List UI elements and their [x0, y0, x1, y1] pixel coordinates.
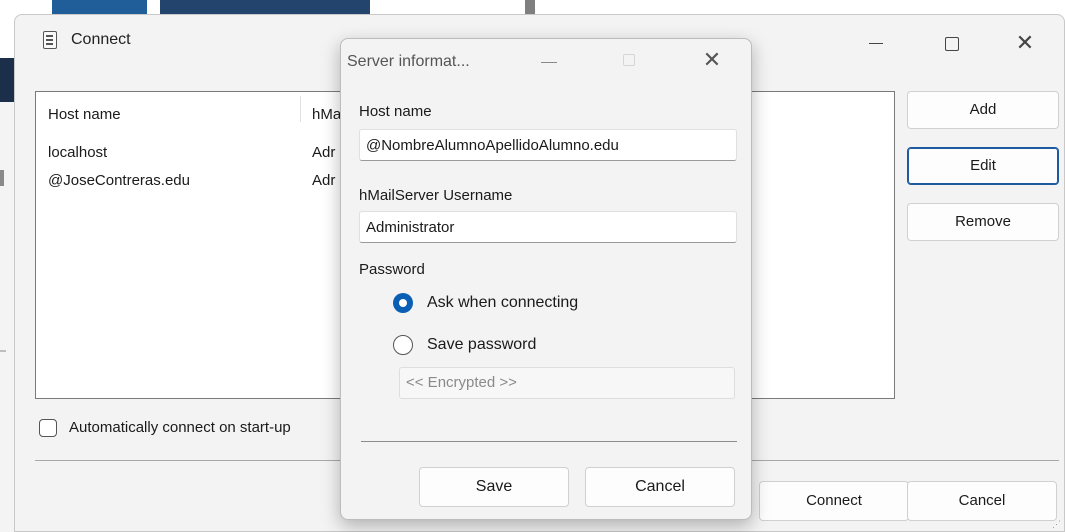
ask-when-connecting-radio[interactable]: [393, 293, 413, 313]
username-label: hMailServer Username: [359, 187, 513, 204]
ask-when-connecting-label[interactable]: Ask when connecting: [427, 294, 578, 312]
close-icon[interactable]: ✕: [697, 45, 727, 75]
host-name-field[interactable]: [359, 129, 737, 161]
connect-button[interactable]: Connect: [759, 481, 909, 521]
column-header-username[interactable]: hMa: [312, 106, 341, 123]
window-title: Connect: [71, 31, 131, 48]
auto-connect-label[interactable]: Automatically connect on start-up: [69, 419, 291, 436]
host-cell: @JoseContreras.edu: [48, 172, 190, 189]
server-information-dialog: Server informat... ✕ Host name hMailServ…: [340, 38, 752, 520]
column-header-host[interactable]: Host name: [48, 106, 121, 123]
dialog-title: Server informat...: [347, 53, 470, 70]
minimize-icon[interactable]: [855, 25, 895, 61]
save-button[interactable]: Save: [419, 467, 569, 507]
cancel-button[interactable]: Cancel: [907, 481, 1057, 521]
background-fragment: [525, 0, 535, 14]
save-password-label[interactable]: Save password: [427, 336, 536, 354]
remove-button[interactable]: Remove: [907, 203, 1059, 241]
host-name-label: Host name: [359, 103, 432, 120]
resize-grip-icon[interactable]: ⋰: [1052, 519, 1062, 529]
add-button[interactable]: Add: [907, 91, 1059, 129]
username-cell: Adr: [312, 172, 336, 189]
cancel-button[interactable]: Cancel: [585, 467, 735, 507]
password-field: << Encrypted >>: [399, 367, 735, 399]
maximize-icon[interactable]: [931, 25, 971, 61]
background-fragment: [0, 58, 14, 102]
column-divider[interactable]: [300, 96, 301, 122]
close-icon[interactable]: ✕: [1005, 25, 1045, 61]
save-password-radio[interactable]: [393, 335, 413, 355]
password-label: Password: [359, 261, 425, 278]
username-cell: Adr: [312, 144, 336, 161]
auto-connect-checkbox[interactable]: [39, 419, 57, 437]
host-cell: localhost: [48, 144, 108, 161]
edit-button[interactable]: Edit: [907, 147, 1059, 185]
document-icon: [43, 31, 57, 49]
username-field[interactable]: [359, 211, 737, 243]
separator: [361, 441, 737, 442]
background-fragment: [0, 102, 14, 532]
background-fragment: [0, 350, 6, 352]
minimize-icon[interactable]: [541, 62, 557, 63]
background-fragment: [0, 170, 4, 186]
maximize-icon: [623, 54, 635, 66]
